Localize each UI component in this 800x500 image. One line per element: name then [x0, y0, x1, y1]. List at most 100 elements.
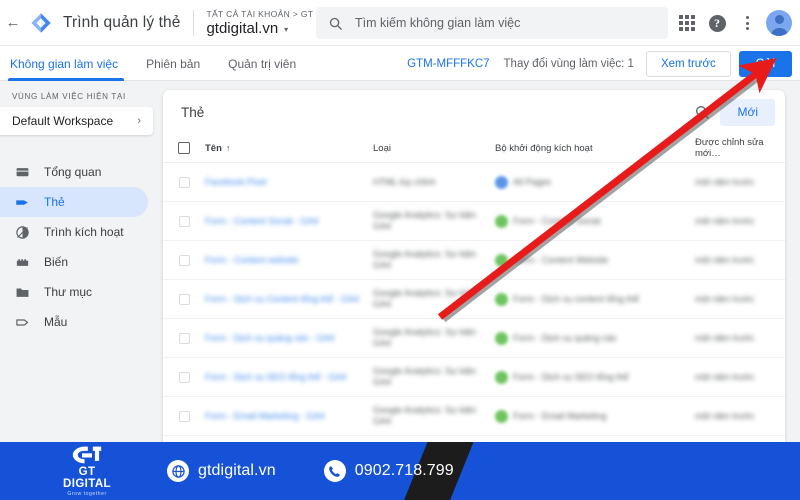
workspace-changes-count: Thay đổi vùng làm việc: 1	[503, 57, 634, 70]
row-checkbox[interactable]	[178, 332, 190, 344]
row-checkbox[interactable]	[178, 215, 190, 227]
trigger-status-dot	[495, 253, 508, 267]
column-header-trigger[interactable]: Bộ khởi động kích hoạt	[495, 143, 695, 154]
trigger-name: Form - Content Social	[513, 216, 601, 226]
tag-trigger: Form - Content Website	[495, 253, 695, 267]
phone-icon	[323, 460, 346, 482]
tab-workspace[interactable]: Không gian làm việc	[0, 46, 132, 81]
row-checkbox-cell	[163, 215, 205, 227]
tag-icon	[13, 195, 31, 210]
tab-versions[interactable]: Phiên bản	[132, 46, 214, 81]
help-icon[interactable]: ?	[702, 8, 732, 38]
submit-button[interactable]: Gửi	[738, 50, 792, 77]
row-checkbox-cell	[163, 176, 205, 188]
tag-modified: một năm trước	[695, 177, 755, 187]
table-row[interactable]: Form - Content website Google Analytics: …	[163, 241, 785, 280]
banner-phone-item[interactable]: 0902.718.799	[323, 460, 454, 482]
tab-admin[interactable]: Quản trị viên	[214, 46, 310, 81]
sidebar-item-tags[interactable]: Thẻ	[0, 187, 148, 217]
tag-type: HTML tùy chỉnh	[373, 176, 436, 187]
table-body: Facebook Pixel HTML tùy chỉnh All Pages một…	[163, 163, 785, 460]
banner-website-item[interactable]: gtdigital.vn	[167, 460, 276, 482]
trigger-name: Form - Dịch vụ quảng cáo	[513, 333, 617, 343]
tag-name-link[interactable]: Form - Dịch vụ SEO tổng thể - GA4	[205, 372, 373, 382]
new-tag-button[interactable]: Mới	[720, 98, 775, 126]
trigger-status-dot	[495, 370, 508, 384]
header-divider	[193, 9, 195, 36]
tag-modified: một năm trước	[695, 294, 755, 304]
banner-website-text: gtdigital.vn	[198, 462, 276, 479]
column-header-name[interactable]: Tên ↑	[205, 143, 373, 154]
gtm-app-window: ← Trình quản lý thẻ Tất cả tài khoản > G…	[0, 0, 800, 500]
left-sidebar: VÙNG LÀM VIỆC HIỆN TẠI Default Workspace…	[0, 81, 160, 500]
column-header-type[interactable]: Loại	[373, 143, 495, 154]
trigger-status-dot	[495, 214, 508, 228]
table-row[interactable]: Form - Dịch vụ Content tổng thể - GA4 Goo…	[163, 280, 785, 319]
sidebar-item-templates[interactable]: Mẫu	[0, 307, 148, 337]
row-checkbox[interactable]	[178, 254, 190, 266]
table-header-row: Tên ↑ Loại Bộ khởi động kích hoạt Được c…	[163, 134, 785, 163]
variables-icon	[13, 255, 31, 270]
tag-type: Google Analytics: Sự kiện GA4	[373, 327, 477, 348]
row-checkbox-cell	[163, 254, 205, 266]
product-title: Trình quản lý thẻ	[63, 13, 181, 31]
search-icon[interactable]	[694, 104, 710, 120]
tag-type: Google Analytics: Sự kiện GA4	[373, 249, 477, 270]
sidebar-nav-list: Tổng quan Thẻ Trình kích hoạt Biến Thư m…	[0, 157, 160, 337]
sidebar-item-variables[interactable]: Biến	[0, 247, 148, 277]
trigger-name: Form - Dịch vụ SEO tổng thể	[513, 372, 629, 382]
row-checkbox[interactable]	[178, 176, 190, 188]
gtm-diamond-logo	[28, 10, 54, 36]
search-input[interactable]: Tìm kiếm không gian làm việc	[316, 7, 668, 39]
row-checkbox[interactable]	[178, 410, 190, 422]
header-icon-group: ?	[672, 0, 792, 46]
table-row[interactable]: Form - Email Marketing - GA4 Google Analy…	[163, 397, 785, 436]
tag-name-link[interactable]: Form - Content Social - GA4	[205, 216, 373, 226]
sidebar-item-label: Thư mục	[44, 285, 93, 299]
tags-card: Thẻ Mới Tên ↑ Loại Bộ khởi động kích hoạ…	[163, 90, 785, 460]
template-icon	[13, 315, 31, 330]
overview-icon	[13, 165, 31, 180]
sidebar-item-folders[interactable]: Thư mục	[0, 277, 148, 307]
tag-name-link[interactable]: Form - Dịch vụ Content tổng thể - GA4	[205, 294, 373, 304]
tag-modified: một năm trước	[695, 333, 755, 343]
apps-grid-icon[interactable]	[672, 8, 702, 38]
column-header-name-label: Tên	[205, 142, 222, 154]
tag-type: Google Analytics: Sự kiện GA4	[373, 366, 477, 387]
preview-button[interactable]: Xem trước	[645, 50, 731, 77]
tag-trigger: Form - Dịch vụ quảng cáo	[495, 331, 695, 345]
trigger-icon	[13, 225, 31, 240]
tag-trigger: Form - Dịch vụ content tổng thể	[495, 292, 695, 306]
sidebar-item-label: Biến	[44, 255, 69, 269]
card-header: Thẻ Mới	[163, 90, 785, 134]
workspace-selector-card[interactable]: Default Workspace ›	[0, 107, 153, 135]
table-row[interactable]: Form - Content Social - GA4 Google Analyt…	[163, 202, 785, 241]
trigger-name: Form - Dịch vụ content tổng thể	[513, 294, 640, 304]
sidebar-item-overview[interactable]: Tổng quan	[0, 157, 148, 187]
table-row[interactable]: Form - Dịch vụ quảng cáo - GA4 Google Ana…	[163, 319, 785, 358]
search-icon	[328, 16, 343, 31]
row-checkbox[interactable]	[178, 293, 190, 305]
trigger-name: Form - Content Website	[513, 255, 609, 265]
tag-name-link[interactable]: Form - Content website	[205, 255, 373, 265]
select-all-checkbox[interactable]	[178, 142, 190, 154]
account-avatar[interactable]	[766, 10, 792, 36]
table-row[interactable]: Facebook Pixel HTML tùy chỉnh All Pages một…	[163, 163, 785, 202]
sidebar-item-triggers[interactable]: Trình kích hoạt	[0, 217, 148, 247]
row-checkbox[interactable]	[178, 371, 190, 383]
more-vert-icon[interactable]	[732, 8, 762, 38]
tag-name-link[interactable]: Form - Dịch vụ quảng cáo - GA4	[205, 333, 373, 343]
gt-monogram-icon	[55, 445, 119, 465]
brand-tagline: Grow together	[67, 491, 107, 497]
tag-modified: một năm trước	[695, 372, 755, 382]
tag-name-link[interactable]: Facebook Pixel	[205, 177, 373, 187]
row-checkbox-cell	[163, 410, 205, 422]
tag-name-link[interactable]: Form - Email Marketing - GA4	[205, 411, 373, 421]
banner-content: GT DIGITAL Grow together gtdigital.vn 09…	[0, 442, 800, 500]
banner-phone-text: 0902.718.799	[354, 462, 454, 479]
container-id-link[interactable]: GTM-MFFFKC7	[407, 58, 489, 70]
back-arrow-icon[interactable]: ←	[2, 14, 24, 31]
column-header-modified[interactable]: Được chỉnh sửa mới…	[695, 137, 785, 159]
table-row[interactable]: Form - Dịch vụ SEO tổng thể - GA4 Google …	[163, 358, 785, 397]
workspace-nav-bar: Không gian làm việc Phiên bản Quản trị v…	[0, 46, 800, 81]
